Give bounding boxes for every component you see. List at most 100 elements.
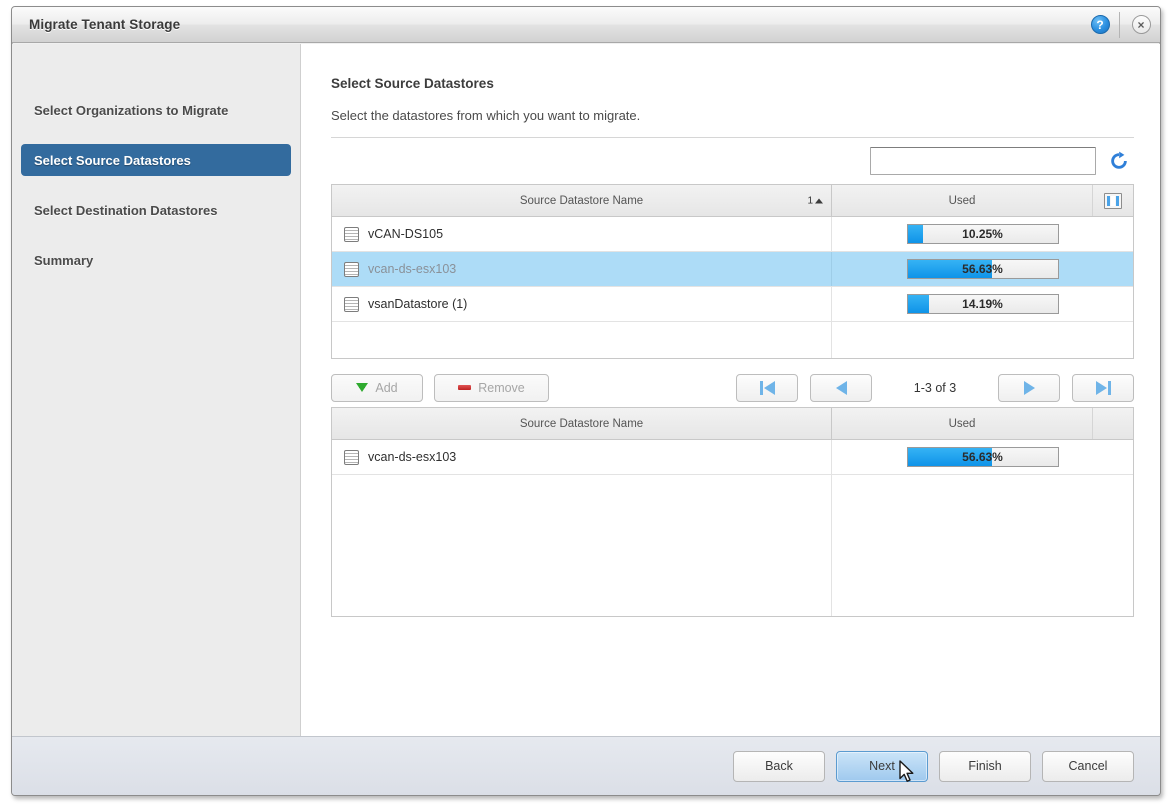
dialog-footer: Back Next Finish Cancel [12,736,1160,795]
cell-empty [332,475,832,616]
first-page-icon [760,381,775,395]
table-row[interactable]: vCAN-DS105 10.25% [332,217,1133,252]
add-button[interactable]: Add [331,374,423,402]
desktop-background: Migrate Tenant Storage ? × Select Organi… [0,0,1172,807]
refresh-button[interactable] [1104,147,1134,175]
main-panel: Select Source Datastores Select the data… [301,44,1160,736]
titlebar-divider [1119,12,1120,38]
cell-used: 56.63% [832,440,1133,474]
mouse-cursor-icon [899,760,915,783]
help-button[interactable]: ? [1083,7,1117,42]
remove-button-label: Remove [478,381,525,395]
last-page-icon [1096,381,1111,395]
next-button-label: Next [869,759,895,773]
add-arrow-icon [356,383,368,392]
cell-datastore-name: vCAN-DS105 [332,217,832,251]
usage-bar: 14.19% [907,294,1059,314]
table-row[interactable]: vsanDatastore (1) 14.19% [332,287,1133,322]
cell-empty [332,322,832,358]
next-page-icon [1024,381,1035,395]
datastore-icon [344,227,359,242]
column-header-label: Used [949,195,976,207]
usage-bar-label: 14.19% [908,295,1058,313]
remove-minus-icon [458,385,471,390]
usage-bar-label: 56.63% [908,448,1058,466]
sidebar-item-select-destination-datastores[interactable]: Select Destination Datastores [21,194,291,226]
search-input[interactable] [870,147,1096,175]
cancel-button[interactable]: Cancel [1042,751,1134,782]
cell-empty [832,475,1133,616]
page-subtitle: Select the datastores from which you wan… [331,108,1134,123]
column-header-source-datastore-name[interactable]: Source Datastore Name [332,408,832,439]
sidebar-item-select-source-datastores[interactable]: Select Source Datastores [21,144,291,176]
refresh-icon [1109,151,1129,171]
column-chooser-icon [1104,193,1122,209]
usage-bar: 56.63% [907,447,1059,467]
cell-used: 14.19% [832,287,1133,321]
sidebar-item-summary[interactable]: Summary [21,244,291,276]
column-header-label: Used [949,418,976,430]
cell-datastore-name: vcan-ds-esx103 [332,252,832,286]
datastore-icon [344,262,359,277]
table-row[interactable]: vcan-ds-esx103 56.63% [332,252,1133,287]
selected-table-body: vcan-ds-esx103 56.63% [332,440,1133,616]
usage-bar-label: 10.25% [908,225,1058,243]
column-header-label: Source Datastore Name [520,418,643,430]
cell-datastore-name: vsanDatastore (1) [332,287,832,321]
usage-bar: 56.63% [907,259,1059,279]
datastore-icon [344,450,359,465]
table-empty-space [332,322,1133,358]
column-header-label: Source Datastore Name [520,195,643,207]
sidebar-item-label: Select Destination Datastores [34,203,218,218]
dialog-body: Select Organizations to Migrate Select S… [12,44,1160,736]
column-header-source-datastore-name[interactable]: Source Datastore Name 1 [332,185,832,216]
usage-bar: 10.25% [907,224,1059,244]
cell-empty [832,322,1133,358]
sort-ascending-icon [815,198,823,203]
next-page-button[interactable] [998,374,1060,402]
dialog-title: Migrate Tenant Storage [29,17,180,32]
add-button-label: Add [375,381,397,395]
titlebar-actions: ? × [1083,7,1160,42]
finish-button[interactable]: Finish [939,751,1031,782]
sidebar-item-select-organizations[interactable]: Select Organizations to Migrate [21,94,291,126]
datastore-name-label: vcan-ds-esx103 [368,450,456,464]
datastore-icon [344,297,359,312]
datastore-name-label: vcan-ds-esx103 [368,262,456,276]
column-header-used[interactable]: Used [832,408,1093,439]
datastore-name-label: vCAN-DS105 [368,227,443,241]
selected-datastores-table: Source Datastore Name Used vcan-ds-esx10… [331,407,1134,617]
datastore-name-label: vsanDatastore (1) [368,297,467,311]
pagination-status: 1-3 of 3 [872,381,998,395]
cell-used: 10.25% [832,217,1133,251]
previous-page-button[interactable] [810,374,872,402]
table-empty-space [332,475,1133,616]
source-table-header: Source Datastore Name 1 Used [332,185,1133,217]
table-row[interactable]: vcan-ds-esx103 56.63% [332,440,1133,475]
selected-table-header-spacer [1093,408,1133,439]
source-table-body: vCAN-DS105 10.25% [332,217,1133,358]
usage-bar-label: 56.63% [908,260,1058,278]
last-page-button[interactable] [1072,374,1134,402]
sort-indicator: 1 [807,195,823,206]
selected-table-header: Source Datastore Name Used [332,408,1133,440]
back-button[interactable]: Back [733,751,825,782]
source-datastores-table: Source Datastore Name 1 Used [331,184,1134,359]
remove-button[interactable]: Remove [434,374,549,402]
close-button[interactable]: × [1122,7,1160,42]
cell-datastore-name: vcan-ds-esx103 [332,440,832,474]
column-header-used[interactable]: Used [832,185,1093,216]
sidebar-item-label: Select Source Datastores [34,153,191,168]
cell-used: 56.63% [832,252,1133,286]
dialog-titlebar: Migrate Tenant Storage ? × [12,7,1160,43]
page-title: Select Source Datastores [331,76,1134,91]
next-button[interactable]: Next [836,751,928,782]
sort-order-number: 1 [807,195,813,206]
help-icon: ? [1091,15,1110,34]
previous-page-icon [836,381,847,395]
migrate-tenant-storage-dialog: Migrate Tenant Storage ? × Select Organi… [11,6,1161,796]
first-page-button[interactable] [736,374,798,402]
column-chooser-button[interactable] [1093,185,1133,216]
wizard-step-sidebar: Select Organizations to Migrate Select S… [12,44,301,736]
close-icon: × [1132,15,1151,34]
